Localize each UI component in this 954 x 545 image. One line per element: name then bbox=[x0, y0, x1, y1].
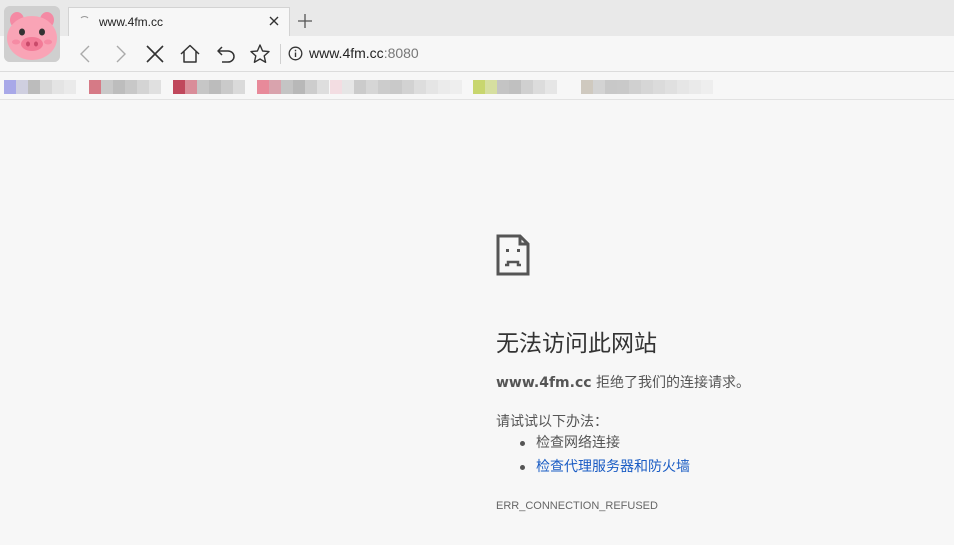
home-icon[interactable] bbox=[179, 43, 201, 65]
bookmark-item[interactable] bbox=[473, 80, 557, 94]
bookmark-item[interactable] bbox=[4, 80, 76, 94]
browser-tab-active[interactable]: www.4fm.cc bbox=[68, 7, 290, 36]
error-description: www.4fm.cc 拒绝了我们的连接请求。 bbox=[496, 372, 750, 392]
error-page: 无法访问此网站 www.4fm.cc 拒绝了我们的连接请求。 请试试以下办法： … bbox=[0, 100, 954, 545]
bookmark-item[interactable] bbox=[89, 80, 161, 94]
bookmark-item[interactable] bbox=[330, 80, 462, 94]
error-code: ERR_CONNECTION_REFUSED bbox=[496, 500, 658, 512]
url-port: :8080 bbox=[383, 45, 419, 61]
error-site: www.4fm.cc bbox=[496, 375, 592, 391]
star-icon[interactable] bbox=[249, 43, 271, 65]
error-title: 无法访问此网站 bbox=[496, 331, 657, 357]
new-tab-icon[interactable] bbox=[296, 12, 314, 30]
close-icon[interactable] bbox=[267, 14, 281, 28]
url-divider bbox=[280, 44, 281, 64]
tab-title: www.4fm.cc bbox=[99, 15, 164, 29]
address-bar[interactable]: www.4fm.cc:8080 bbox=[309, 45, 419, 61]
back-arrow-icon[interactable] bbox=[75, 43, 97, 65]
profile-avatar[interactable] bbox=[4, 6, 60, 62]
bookmark-item[interactable] bbox=[257, 80, 329, 94]
spinner-icon bbox=[79, 16, 90, 27]
bookmark-item[interactable] bbox=[581, 80, 713, 94]
undo-icon[interactable] bbox=[215, 43, 237, 65]
pig-avatar-icon bbox=[4, 6, 60, 62]
forward-arrow-icon[interactable] bbox=[109, 43, 131, 65]
bookmarks-bar bbox=[0, 73, 954, 100]
sad-page-icon bbox=[496, 234, 530, 276]
try-label: 请试试以下办法： bbox=[496, 414, 608, 430]
suggestion-check-proxy-link[interactable]: 检查代理服务器和防火墙 bbox=[496, 457, 690, 481]
tab-strip: www.4fm.cc bbox=[0, 0, 954, 62]
suggestion-list: 检查网络连接 检查代理服务器和防火墙 bbox=[496, 433, 690, 481]
stop-icon[interactable] bbox=[144, 43, 166, 65]
suggestion-check-network: 检查网络连接 bbox=[496, 433, 690, 457]
info-icon[interactable] bbox=[288, 46, 303, 61]
url-host: www.4fm.cc bbox=[309, 45, 384, 61]
error-description-text: 拒绝了我们的连接请求。 bbox=[591, 375, 751, 391]
navigation-toolbar: www.4fm.cc:8080 bbox=[0, 36, 954, 72]
bookmark-item[interactable] bbox=[173, 80, 245, 94]
